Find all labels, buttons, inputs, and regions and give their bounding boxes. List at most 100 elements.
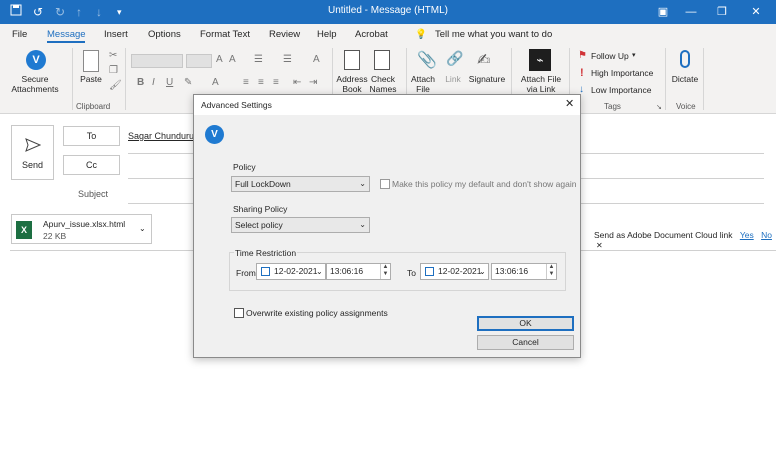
active-tab-indicator [47, 41, 85, 43]
spinner-arrows-icon[interactable]: ▲ ▼ [546, 264, 556, 279]
cloud-yes-link[interactable]: Yes [740, 230, 754, 240]
dialog-logo-icon: V [205, 125, 224, 144]
default-policy-checkbox[interactable] [380, 179, 390, 189]
font-color-icon[interactable]: A [212, 77, 219, 88]
ok-button[interactable]: OK [477, 316, 574, 331]
link-icon: 🔗 [446, 50, 464, 66]
signature-icon: ✍ [477, 52, 491, 69]
follow-up-flag-icon: ⚑ [578, 50, 587, 61]
tab-help[interactable]: Help [317, 29, 337, 40]
attachment-chip[interactable]: X Apurv_issue.xlsx.html 22 KB ⌄ [11, 214, 152, 244]
follow-up-button[interactable]: Follow Up [591, 51, 629, 61]
align-left-icon[interactable]: ≡ [243, 77, 249, 88]
clear-formatting-icon[interactable]: A [313, 54, 320, 65]
dictate-button[interactable]: Dictate [668, 74, 702, 84]
voice-group-label: Voice [676, 102, 696, 111]
copy-icon[interactable]: ❐ [109, 65, 118, 76]
clipboard-group-label: Clipboard [76, 102, 111, 111]
excel-file-icon: X [16, 221, 32, 239]
underline-icon[interactable]: U [166, 77, 173, 88]
tab-format-text[interactable]: Format Text [200, 29, 250, 40]
align-right-icon[interactable]: ≡ [273, 77, 279, 88]
high-importance-button[interactable]: High Importance [591, 68, 653, 78]
lightbulb-icon: 💡 [415, 29, 427, 40]
align-center-icon[interactable]: ≡ [258, 77, 264, 88]
advanced-settings-dialog: Advanced Settings ✕ V Policy Full LockDo… [193, 94, 581, 358]
cut-icon[interactable]: ✂ [109, 50, 117, 61]
cc-button[interactable]: Cc [63, 155, 120, 175]
overwrite-checkbox[interactable] [234, 308, 244, 318]
attach-file-button[interactable]: Attach File [408, 74, 438, 94]
to-date-picker[interactable]: 12-02-2021 ⌄ [420, 263, 489, 280]
to-time-field[interactable]: 13:06:16 ▲ ▼ [491, 263, 557, 280]
check-names-icon [374, 50, 390, 70]
bullets-icon[interactable]: ☰ [254, 54, 263, 65]
tab-message[interactable]: Message [47, 29, 86, 40]
restore-icon[interactable]: ❐ [711, 2, 733, 22]
attach-file-via-link-button[interactable]: Attach File via Link [516, 74, 566, 94]
from-label: From [236, 268, 256, 278]
signature-button[interactable]: Signature [467, 74, 507, 84]
sharing-policy-select[interactable]: Select policy ⌄ [231, 217, 370, 233]
paste-button[interactable]: Paste [78, 74, 104, 84]
tab-file[interactable]: File [12, 29, 27, 40]
tab-insert[interactable]: Insert [104, 29, 128, 40]
grow-font-icon[interactable]: A [216, 54, 223, 65]
tab-acrobat[interactable]: Acrobat [355, 29, 388, 40]
font-name-combo[interactable] [131, 54, 183, 68]
policy-label: Policy [233, 162, 256, 172]
highlight-icon[interactable]: ✎ [184, 77, 192, 88]
tell-me-search[interactable]: Tell me what you want to do [435, 29, 552, 40]
sharing-policy-select-value: Select policy [235, 220, 283, 230]
send-label: Send [21, 160, 44, 170]
policy-select-value: Full LockDown [235, 179, 291, 189]
italic-icon[interactable]: I [152, 77, 155, 88]
send-button[interactable]: Send [11, 125, 54, 180]
numbering-icon[interactable]: ☰ [283, 54, 292, 65]
policy-select[interactable]: Full LockDown ⌄ [231, 176, 370, 192]
close-window-icon[interactable]: ✕ [745, 2, 767, 22]
from-date-picker[interactable]: 12-02-2021 ⌄ [256, 263, 326, 280]
follow-up-dropdown-icon[interactable]: ▾ [632, 51, 636, 59]
format-painter-icon[interactable]: 🖌 [109, 80, 122, 91]
from-date-value: 12-02-2021 [274, 266, 318, 276]
to-recipient[interactable]: Sagar Chunduru [128, 131, 194, 141]
font-size-combo[interactable] [186, 54, 212, 68]
address-book-button[interactable]: Address Book [336, 74, 368, 94]
cancel-button[interactable]: Cancel [477, 335, 574, 350]
ribbon-separator [125, 48, 126, 110]
time-restriction-label: Time Restriction [234, 248, 298, 258]
send-icon [25, 138, 41, 152]
cloud-no-link[interactable]: No [761, 230, 772, 240]
ribbon-display-icon[interactable]: ▣ [652, 2, 674, 22]
cloud-close-icon[interactable]: ✕ [596, 241, 603, 250]
address-book-icon [344, 50, 360, 70]
spinner-arrows-icon[interactable]: ▲ ▼ [380, 264, 390, 279]
dialog-title: Advanced Settings [201, 100, 272, 110]
secure-attachments-button[interactable]: Secure Attachments [5, 74, 65, 94]
low-importance-button[interactable]: Low Importance [591, 85, 651, 95]
decrease-indent-icon[interactable]: ⇤ [293, 77, 301, 88]
check-names-button[interactable]: Check Names [366, 74, 400, 94]
tags-dialog-launcher-icon[interactable]: ↘ [656, 103, 662, 111]
dialog-title-bar: Advanced Settings ✕ [194, 95, 580, 115]
increase-indent-icon[interactable]: ⇥ [309, 77, 317, 88]
calendar-checkbox-icon[interactable] [425, 267, 434, 276]
from-time-field[interactable]: 13:06:16 ▲ ▼ [326, 263, 391, 280]
tab-review[interactable]: Review [269, 29, 300, 40]
minimize-icon[interactable]: — [680, 2, 702, 22]
chevron-down-icon: ⌄ [359, 179, 366, 188]
ribbon-separator [72, 48, 73, 110]
chevron-down-icon: ⌄ [479, 267, 486, 276]
paste-icon [83, 50, 99, 72]
dialog-close-icon[interactable]: ✕ [565, 97, 574, 110]
calendar-checkbox-icon[interactable] [261, 267, 270, 276]
to-button[interactable]: To [63, 126, 120, 146]
tab-options[interactable]: Options [148, 29, 181, 40]
bold-icon[interactable]: B [137, 77, 144, 88]
link-button[interactable]: Link [440, 74, 466, 84]
paperclip-icon: 📎 [417, 52, 437, 69]
microphone-icon [680, 50, 690, 68]
shrink-font-icon[interactable]: A [229, 54, 236, 65]
attachment-options-chevron-icon[interactable]: ⌄ [139, 224, 146, 233]
